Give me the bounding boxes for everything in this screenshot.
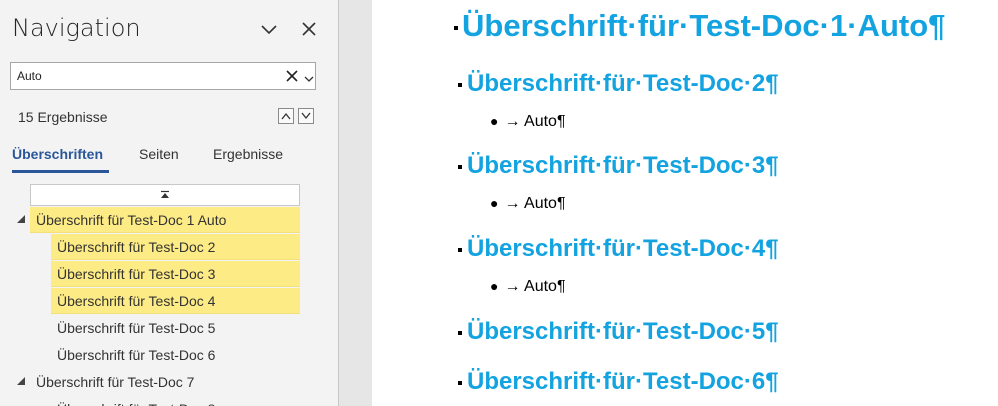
pane-title: Navigation — [12, 14, 141, 42]
tree-item-heading-4[interactable]: Überschrift für Test-Doc 4 — [51, 288, 300, 314]
paragraph-mark-icon — [458, 164, 462, 169]
close-pane-icon[interactable] — [298, 18, 320, 40]
active-tab-indicator — [12, 170, 109, 173]
results-count: 15 Ergebnisse — [18, 109, 108, 125]
document-heading-5[interactable]: Überschrift·für·Test-Doc·5¶ — [458, 318, 779, 346]
tree-item-heading-6[interactable]: Überschrift für Test-Doc 6 — [51, 342, 300, 368]
next-result-button[interactable] — [298, 108, 314, 124]
paragraph-mark-icon — [458, 247, 462, 252]
navigation-pane: Navigation 15 Ergebnisse Überschriften S… — [0, 0, 338, 406]
arrow-up-icon — [281, 112, 291, 120]
jump-to-top-icon — [161, 190, 169, 198]
previous-result-button[interactable] — [278, 108, 294, 124]
document-body-line[interactable]: ● → Auto¶ — [490, 278, 566, 296]
paragraph-mark-icon — [458, 380, 462, 385]
bullet-icon: ● — [490, 113, 499, 129]
document-margin — [339, 0, 372, 406]
collapse-triangle-icon[interactable] — [16, 376, 26, 386]
search-options-chevron-icon[interactable] — [304, 71, 314, 82]
paragraph-mark-icon — [454, 25, 458, 30]
clear-search-icon[interactable] — [285, 69, 299, 83]
document-page[interactable]: Überschrift·für·Test-Doc·1·Auto¶ Übersch… — [372, 0, 998, 406]
paragraph-mark-icon — [458, 82, 462, 87]
tab-headings[interactable]: Überschriften — [12, 146, 103, 162]
tree-item-heading-2[interactable]: Überschrift für Test-Doc 2 — [51, 234, 300, 260]
tab-results[interactable]: Ergebnisse — [213, 146, 283, 162]
search-box — [10, 62, 316, 90]
document-heading-3[interactable]: Überschrift·für·Test-Doc·3¶ — [458, 152, 779, 180]
tree-item-heading-5[interactable]: Überschrift für Test-Doc 5 — [51, 315, 300, 341]
document-heading-1[interactable]: Überschrift·für·Test-Doc·1·Auto¶ — [454, 8, 945, 44]
tree-item-heading-7[interactable]: Überschrift für Test-Doc 7 — [30, 369, 300, 395]
document-body-line[interactable]: ● → Auto¶ — [490, 195, 566, 213]
arrow-down-icon — [301, 112, 311, 120]
collapse-triangle-icon[interactable] — [16, 214, 26, 224]
bullet-icon: ● — [490, 195, 499, 211]
document-heading-4[interactable]: Überschrift·für·Test-Doc·4¶ — [458, 235, 779, 263]
bullet-icon: ● — [490, 278, 499, 294]
pane-options-chevron-icon[interactable] — [258, 18, 280, 40]
document-heading-6[interactable]: Überschrift·für·Test-Doc·6¶ — [458, 368, 779, 396]
search-input[interactable] — [17, 66, 277, 86]
document-body-line[interactable]: ● → Auto¶ — [490, 113, 566, 131]
tree-item-heading-3[interactable]: Überschrift für Test-Doc 3 — [51, 261, 300, 287]
document-heading-2[interactable]: Überschrift·für·Test-Doc·2¶ — [458, 70, 779, 98]
tab-pages[interactable]: Seiten — [139, 146, 179, 162]
tree-item-heading-8[interactable]: Überschrift für Test-Doc 8 — [51, 396, 300, 406]
tree-item-heading-1[interactable]: Überschrift für Test-Doc 1 Auto — [30, 207, 300, 233]
scroll-to-top-button[interactable] — [30, 184, 300, 206]
paragraph-mark-icon — [458, 330, 462, 335]
